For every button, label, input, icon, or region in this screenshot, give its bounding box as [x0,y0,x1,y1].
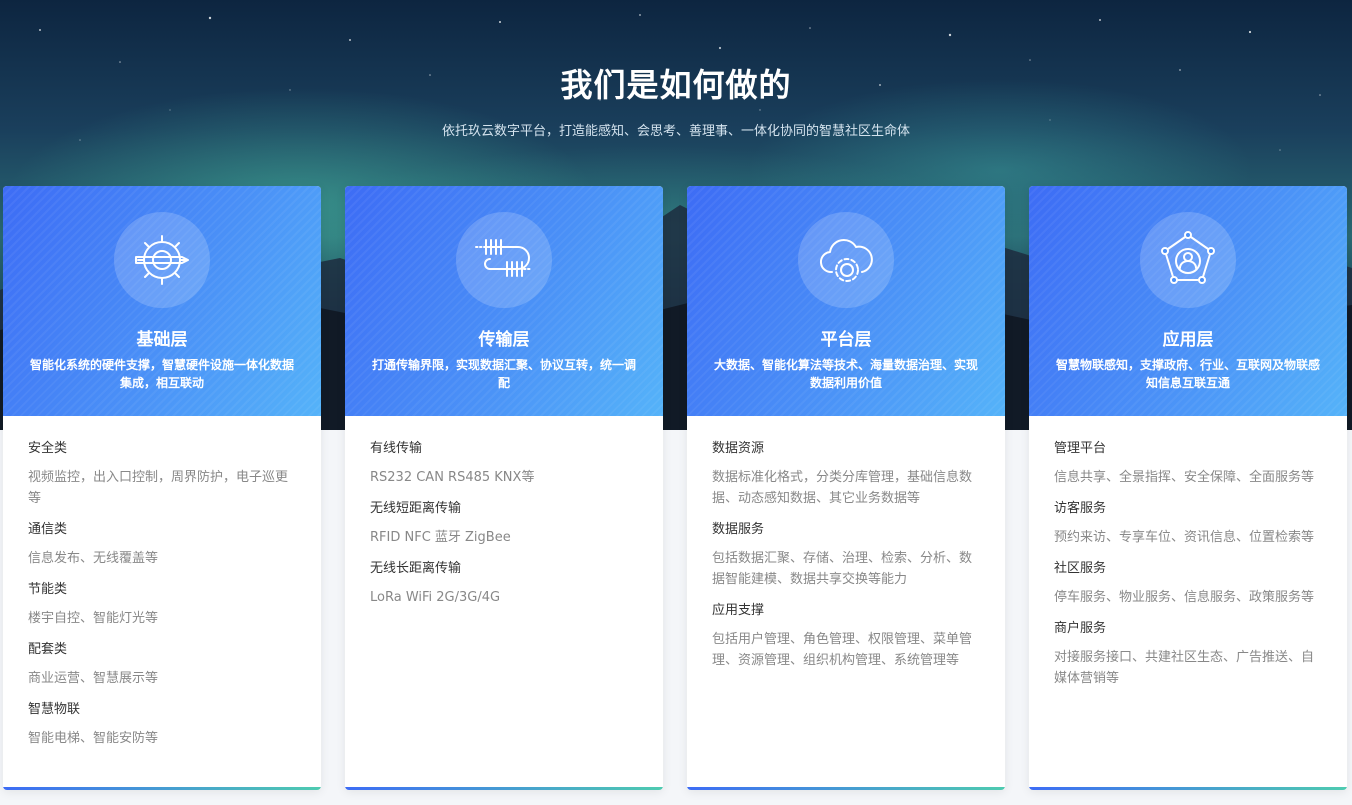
section-text: 信息发布、无线覆盖等 [28,551,159,566]
section-title: 访客服务 [1054,501,1107,516]
card-body: 安全类 视频监控，出入口控制，周界防护，电子巡更等 通信类 信息发布、无线覆盖等… [28,439,300,760]
card-description: 智能化系统的硬件支撑，智慧硬件设施一体化数据集成，相互联动 [29,358,294,390]
page-subtitle: 依托玖云数字平台，打造能感知、会思考、善理事、一体化协同的智慧社区生命体 [441,124,910,139]
section-text: 对接服务接口、共建社区生态、广告推送、自媒体营销等 [1054,650,1315,686]
card-description: 打通传输界限，实现数据汇聚、协议互转，统一调配 [371,358,636,390]
section-text: 包括用户管理、角色管理、权限管理、菜单管理、资源管理、组织机构管理、系统管理等 [712,632,973,668]
card-icon-circle [798,212,894,308]
layer-card-foundation: 基础层 智能化系统的硬件支撑，智慧硬件设施一体化数据集成，相互联动 安全类 视频… [3,186,321,790]
section-text: RFID NFC 蓝牙 ZigBee [370,530,511,545]
card-icon-circle [456,212,552,308]
section-text: RS232 CAN RS485 KNX等 [370,470,535,485]
card-title: 基础层 [136,330,188,350]
gear-pencil-icon [135,235,189,285]
section-title: 社区服务 [1054,561,1107,576]
card-body: 管理平台 信息共享、全景指挥、安全保障、全面服务等 访客服务 预约来访、专享车位… [1054,439,1326,700]
section-title: 无线长距离传输 [370,561,462,576]
section-title: 智慧物联 [28,702,81,717]
section-title: 有线传输 [370,441,423,456]
card-header: 应用层 智慧物联感知，支撑政府、行业、互联网及物联感知信息互联互通 [1029,186,1347,416]
section-text: LoRa WiFi 2G/3G/4G [370,590,501,605]
section-title: 节能类 [28,582,68,597]
card-description: 智慧物联感知，支撑政府、行业、互联网及物联感知信息互联互通 [1055,358,1320,390]
card-bottom-accent [1029,787,1347,790]
section-text: 智能电梯、智能安防等 [28,731,159,746]
card-icon-circle [1140,212,1236,308]
card-bottom-accent [687,787,1005,790]
coil-transmission-icon [475,239,533,277]
section-title: 通信类 [28,522,68,537]
section-title: 数据资源 [712,441,765,456]
card-body: 有线传输 RS232 CAN RS485 KNX等 无线短距离传输 RFID N… [370,439,642,619]
layer-card-platform: 平台层 大数据、智能化算法等技术、海量数据治理、实现数据利用价值 数据资源 数据… [687,186,1005,790]
section-text: 楼宇自控、智能灯光等 [28,611,159,626]
card-bottom-accent [345,787,663,790]
card-title: 平台层 [820,330,872,350]
card-icon-circle [114,212,210,308]
layer-card-application: 应用层 智慧物联感知，支撑政府、行业、互联网及物联感知信息互联互通 管理平台 信… [1029,186,1347,790]
section-text: 预约来访、专享车位、资讯信息、位置检索等 [1054,530,1315,545]
section-text: 数据标准化格式，分类分库管理，基础信息数据、动态感知数据、其它业务数据等 [712,470,973,506]
section-text: 停车服务、物业服务、信息服务、政策服务等 [1054,590,1315,605]
card-body: 数据资源 数据标准化格式，分类分库管理，基础信息数据、动态感知数据、其它业务数据… [712,439,984,682]
card-title: 应用层 [1162,330,1214,350]
section-text: 包括数据汇聚、存储、治理、检索、分析、数据智能建模、数据共享交换等能力 [712,551,973,587]
section-text: 视频监控，出入口控制，周界防护，电子巡更等 [28,470,289,506]
card-header: 平台层 大数据、智能化算法等技术、海量数据治理、实现数据利用价值 [687,186,1005,416]
section-text: 商业运营、智慧展示等 [28,671,159,686]
card-header: 基础层 智能化系统的硬件支撑，智慧硬件设施一体化数据集成，相互联动 [3,186,321,416]
card-description: 大数据、智能化算法等技术、海量数据治理、实现数据利用价值 [713,358,978,390]
page-title: 我们是如何做的 [560,66,792,104]
section-title: 安全类 [28,441,68,456]
card-title: 传输层 [478,330,530,350]
card-bottom-accent [3,787,321,790]
user-network-icon [1161,231,1215,284]
section-text: 信息共享、全景指挥、安全保障、全面服务等 [1054,470,1315,485]
card-header: 传输层 打通传输界限，实现数据汇聚、协议互转，统一调配 [345,186,663,416]
section-title: 配套类 [28,642,68,657]
section-title: 数据服务 [712,522,765,537]
section-title: 无线短距离传输 [370,501,462,516]
cloud-gear-icon [820,238,873,282]
layer-card-transmission: 传输层 打通传输界限，实现数据汇聚、协议互转，统一调配 有线传输 RS232 C… [345,186,663,790]
section-title: 商户服务 [1054,621,1107,636]
section-title: 应用支撑 [712,603,765,618]
section-title: 管理平台 [1054,441,1107,456]
